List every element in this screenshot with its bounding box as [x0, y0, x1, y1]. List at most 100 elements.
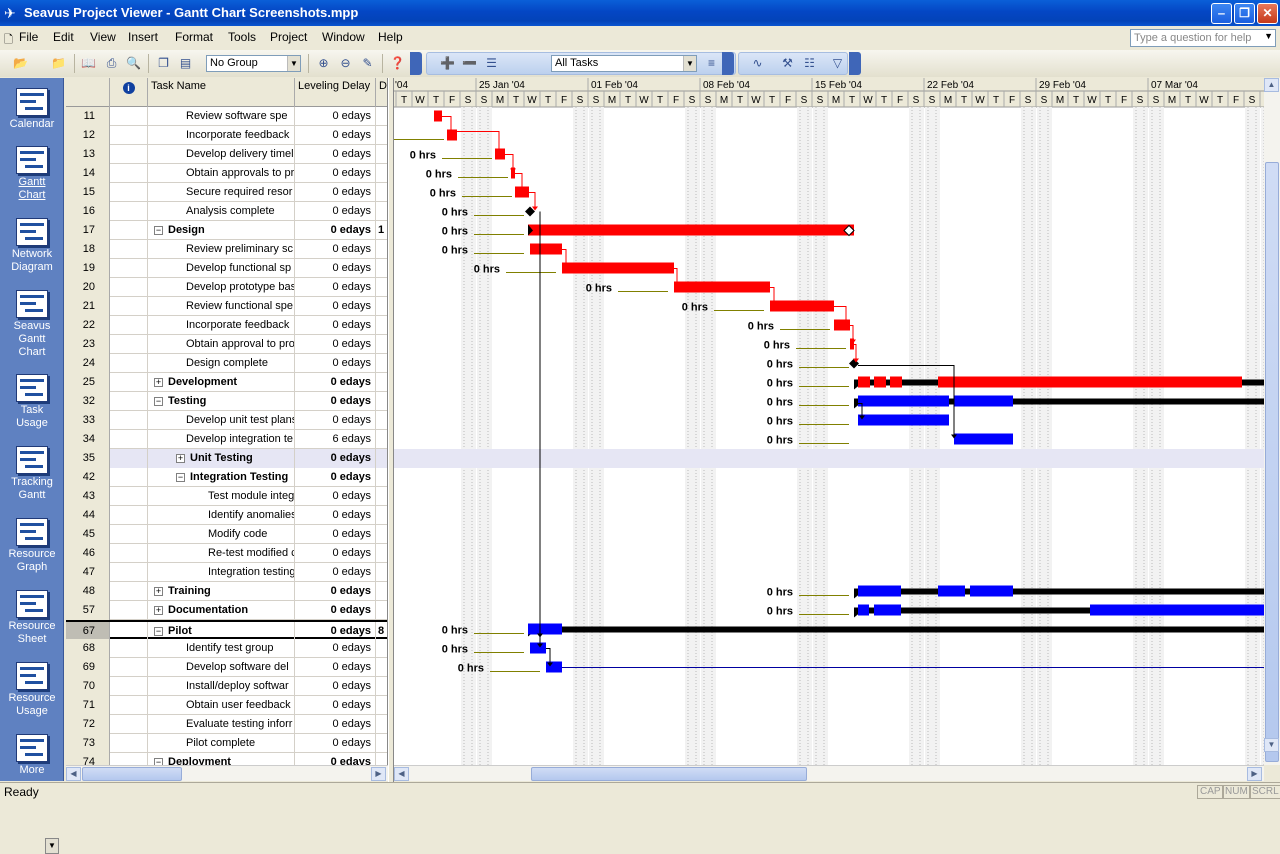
task-name-cell[interactable]: Identify anomalies [148, 506, 295, 525]
row-id[interactable]: 34 [66, 430, 110, 449]
zoom-out-icon[interactable]: ⊖ [337, 55, 354, 72]
task-bar[interactable] [530, 243, 562, 255]
leveling-delay-cell[interactable]: 0 edays [295, 753, 376, 765]
task-name-cell[interactable]: Develop prototype bas [148, 278, 295, 297]
row-id[interactable]: 48 [66, 582, 110, 601]
goto-task-icon[interactable]: ✎ [359, 55, 376, 72]
expand-icon[interactable]: ➕ [439, 55, 456, 72]
extra-cell[interactable] [376, 753, 387, 765]
extra-cell[interactable] [376, 316, 387, 335]
row-id[interactable]: 68 [66, 639, 110, 658]
scroll-thumb[interactable] [531, 767, 807, 781]
task-bar[interactable] [970, 585, 1013, 597]
table-row[interactable]: 14 Obtain approvals to pr 0 edays [66, 164, 387, 183]
extra-cell[interactable] [376, 107, 387, 126]
extra-cell[interactable] [376, 449, 387, 468]
leveling-delay-cell[interactable]: 0 edays [295, 126, 376, 145]
task-bar[interactable] [874, 604, 901, 616]
maximize-button[interactable]: ❐ [1234, 3, 1255, 24]
task-name-cell[interactable]: Modify code [148, 525, 295, 544]
leveling-delay-cell[interactable]: 0 edays [295, 354, 376, 373]
extra-column-header[interactable]: D [376, 78, 387, 107]
leveling-delay-cell[interactable]: 0 edays [295, 373, 376, 392]
row-id[interactable]: 73 [66, 734, 110, 753]
extra-cell[interactable] [376, 582, 387, 601]
row-id[interactable]: 16 [66, 202, 110, 221]
view-gantt-chart[interactable]: Gantt Chart [0, 146, 64, 202]
extra-cell[interactable] [376, 487, 387, 506]
row-id[interactable]: 46 [66, 544, 110, 563]
app-icon[interactable]: ✈ [4, 5, 20, 21]
task-name-cell[interactable]: Obtain approval to pro [148, 335, 295, 354]
task-name-cell[interactable]: Develop delivery timel [148, 145, 295, 164]
table-row[interactable]: 57 + Documentation 0 edays [66, 601, 387, 620]
leveling-delay-cell[interactable]: 0 edays [295, 107, 376, 126]
extra-cell[interactable] [376, 259, 387, 278]
menu-view[interactable]: View [90, 30, 116, 44]
scroll-thumb[interactable] [1265, 162, 1279, 762]
row-id[interactable]: 17 [66, 221, 110, 240]
collapse-toggle-icon[interactable]: − [154, 226, 163, 235]
extra-cell[interactable] [376, 297, 387, 316]
leveling-delay-cell[interactable]: 0 edays [295, 411, 376, 430]
scroll-left-arrow[interactable]: ◀ [394, 767, 409, 781]
task-name-cell[interactable]: Evaluate testing inforr [148, 715, 295, 734]
task-name-cell[interactable]: Integration testing [148, 563, 295, 582]
view-resource-usage[interactable]: Resource Usage [0, 662, 64, 718]
leveling-delay-cell[interactable]: 0 edays [295, 164, 376, 183]
extra-cell[interactable] [376, 145, 387, 164]
row-id[interactable]: 47 [66, 563, 110, 582]
table-row[interactable]: 67− Pilot 0 edays 8 [66, 620, 387, 641]
task-name-cell[interactable]: + Development [148, 373, 295, 392]
task-name-cell[interactable]: Re-test modified c [148, 544, 295, 563]
leveling-delay-cell[interactable]: 0 edays [295, 506, 376, 525]
task-name-cell[interactable]: Develop integration te [148, 430, 295, 449]
task-name-cell[interactable]: Develop software del [148, 658, 295, 677]
leveling-delay-header[interactable]: Leveling Delay [295, 78, 376, 107]
task-name-cell[interactable]: Secure required resor [148, 183, 295, 202]
task-name-header[interactable]: Task Name [148, 78, 295, 107]
row-id[interactable]: 32 [66, 392, 110, 411]
help-icon[interactable]: ❓ [389, 55, 406, 72]
extra-cell[interactable] [376, 164, 387, 183]
expand-toggle-icon[interactable]: + [176, 454, 185, 463]
help-question-box[interactable]: Type a question for help ▼ [1130, 29, 1276, 47]
task-bar[interactable] [874, 376, 886, 388]
gantt-chart-area[interactable]: TWTFSSMTWTFSSMTWTFSSMTWTFSSMTWTFSSMTWTFS… [394, 78, 1264, 765]
extra-cell[interactable] [376, 601, 387, 620]
leveling-delay-cell[interactable]: 0 edays [295, 392, 376, 411]
view-bar-scroll-down[interactable]: ▼ [45, 838, 59, 854]
row-id[interactable]: 72 [66, 715, 110, 734]
task-bar[interactable] [434, 110, 442, 122]
table-row[interactable]: 25 + Development 0 edays [66, 373, 387, 392]
extra-cell[interactable] [376, 696, 387, 715]
leveling-delay-cell[interactable]: 0 edays [295, 544, 376, 563]
task-bar[interactable] [858, 376, 870, 388]
row-id[interactable]: 22 [66, 316, 110, 335]
task-bar[interactable] [890, 376, 902, 388]
row-id[interactable]: 71 [66, 696, 110, 715]
extra-cell[interactable] [376, 411, 387, 430]
vertical-scrollbar[interactable]: ▲ ▼ [1264, 78, 1280, 765]
task-bar[interactable] [858, 585, 901, 597]
collapse-toggle-icon[interactable]: − [176, 473, 185, 482]
table-row[interactable]: 70 Install/deploy softwar 0 edays [66, 677, 387, 696]
table-row[interactable]: 47 Integration testing 0 edays [66, 563, 387, 582]
outline-icon[interactable]: ☰ [483, 55, 500, 72]
collapse-toggle-icon[interactable]: − [154, 758, 163, 765]
extra-cell[interactable] [376, 639, 387, 658]
leveling-delay-cell[interactable]: 0 edays [295, 278, 376, 297]
table-row[interactable]: 34 Develop integration te 6 edays [66, 430, 387, 449]
task-bar[interactable] [954, 395, 1013, 407]
leveling-delay-cell[interactable]: 0 edays [295, 658, 376, 677]
table-row[interactable]: 42− Integration Testing 0 edays [66, 468, 387, 487]
task-name-cell[interactable]: Identify test group [148, 639, 295, 658]
leveling-delay-cell[interactable]: 0 edays [295, 639, 376, 658]
task-name-cell[interactable]: − Design [148, 221, 295, 240]
table-row[interactable]: 73 Pilot complete 0 edays [66, 734, 387, 753]
chevron-down-icon[interactable]: ▼ [683, 56, 696, 71]
note-icon[interactable]: ▤ [177, 55, 194, 72]
zoom-in-icon[interactable]: ⊕ [315, 55, 332, 72]
view-network-diagram[interactable]: Network Diagram [0, 218, 64, 274]
table-row[interactable]: 21 Review functional spe 0 edays [66, 297, 387, 316]
